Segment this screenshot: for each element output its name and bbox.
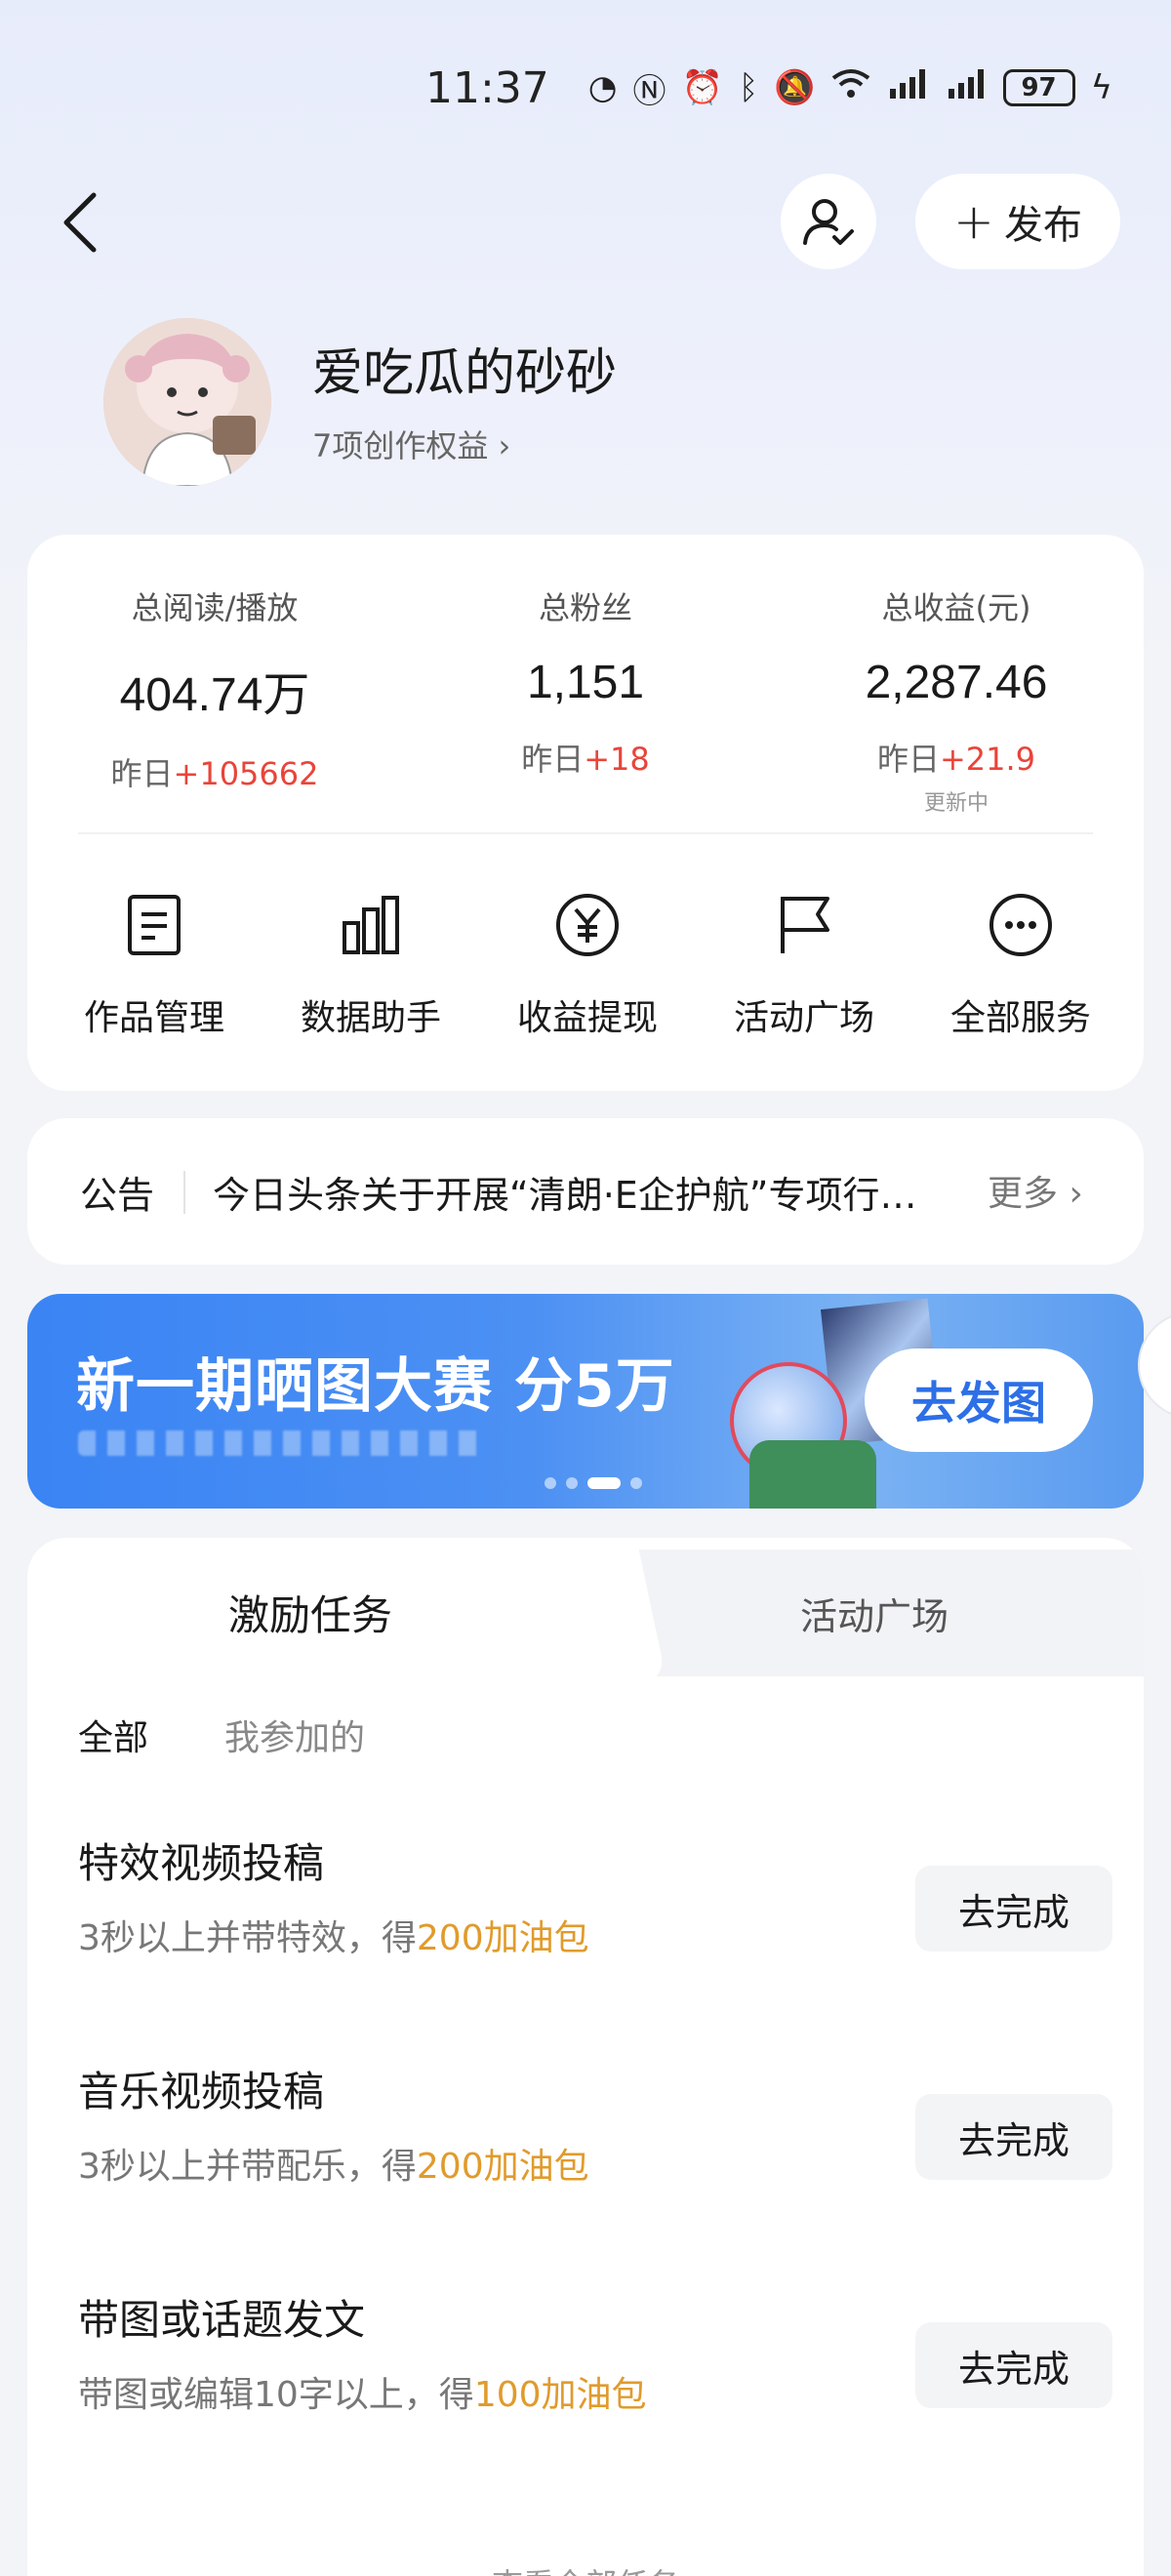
bar-chart-icon [273,886,468,964]
chevron-right-icon: › [1069,1174,1083,1214]
stat-total-fans[interactable]: 总粉丝 1,151 昨日+18 [429,584,742,780]
announcement-bar[interactable]: 公告 今日头条关于开展“清朗·E企护航”专项行动的公告 更多 › [27,1118,1144,1265]
user-check-icon [803,199,854,245]
go-post-image-button[interactable]: 去发图 [865,1348,1093,1452]
stats-card: 总阅读/播放 404.74万 昨日+105662 总粉丝 1,151 昨日+18… [27,535,1144,1091]
speed-icon: ◔ [587,68,618,107]
stat-label: 总粉丝 [538,589,632,626]
chevron-right-icon: › [498,427,511,464]
nfc-icon: Ⓝ [632,71,666,111]
tool-income-withdraw[interactable]: 收益提现 [490,886,685,1040]
task-item: 音乐视频投稿 3秒以上并带配乐，得200加油包 去完成 [78,2059,1112,2195]
filter-all[interactable]: 全部 [78,1710,148,1760]
stat-value: 2,287.46 [865,657,1048,708]
tool-all-services[interactable]: 全部服务 [923,886,1118,1040]
yen-icon [490,886,685,964]
tool-label: 收益提现 [516,998,658,1038]
publish-button[interactable]: + 发布 [915,174,1120,269]
status-bar: 11:37 ◔ Ⓝ ⏰ ᛒ 🔕 97 ϟ [0,49,1171,127]
banner-title: 新一期晒图大赛 分5万 [76,1352,675,1421]
tab-activity-square[interactable]: 活动广场 [800,1587,949,1640]
stat-value: 1,151 [526,657,645,708]
carousel-dots [545,1477,642,1489]
tool-data-assistant[interactable]: 数据助手 [273,886,468,1040]
announcement-more-link[interactable]: 更多 › [988,1165,1083,1216]
avatar-illustration [103,318,271,486]
banner-subtitle-blurred [78,1430,488,1456]
filter-joined[interactable]: 我参加的 [224,1710,365,1760]
tool-label: 数据助手 [300,998,441,1038]
stat-label: 总阅读/播放 [131,589,299,626]
stat-delta: 昨日+18 [521,741,650,778]
task-complete-button[interactable]: 去完成 [915,2322,1112,2408]
top-header: + 发布 [0,166,1171,273]
stat-updating-note: 更新中 [923,791,989,816]
profile-name: 爱吃瓜的砂砂 [312,344,618,403]
stat-delta: 昨日+105662 [110,755,319,792]
view-all-tasks-link[interactable]: 查看全部任务 [27,2560,1144,2576]
charging-icon: ϟ [1090,68,1112,107]
creator-rights-label: 7项创作权益 [312,427,489,464]
creator-rights-link[interactable]: 7项创作权益 › [312,422,510,466]
stat-total-reads[interactable]: 总阅读/播放 404.74万 昨日+105662 [59,584,371,794]
back-button[interactable] [51,183,109,262]
stat-delta: 昨日+21.9 [876,741,1036,778]
stat-total-income[interactable]: 总收益(元) 2,287.46 昨日+21.9 更新中 [800,584,1112,817]
status-icons: ◔ Ⓝ ⏰ ᛒ 🔕 97 ϟ [588,64,1112,112]
bluetooth-icon: ᛒ [738,68,759,107]
plus-icon: + [953,193,994,250]
task-complete-button[interactable]: 去完成 [915,1866,1112,1952]
back-arrow-icon [63,192,97,253]
more-label: 更多 [988,1174,1059,1214]
document-icon [57,886,252,964]
task-complete-button[interactable]: 去完成 [915,2094,1112,2180]
task-item: 带图或话题发文 带图或编辑10字以上，得100加油包 去完成 [78,2287,1112,2424]
user-switch-button[interactable] [781,174,876,269]
tool-works-management[interactable]: 作品管理 [57,886,252,1040]
divider [78,832,1093,834]
announcement-tag: 公告 [80,1174,155,1217]
carousel-dot[interactable] [630,1477,642,1489]
carousel-dot[interactable] [566,1477,578,1489]
status-time: 11:37 [424,62,549,113]
announcement-text[interactable]: 今日头条关于开展“清朗·E企护航”专项行动的公告 [213,1165,935,1219]
carousel-dot[interactable] [545,1477,556,1489]
stat-value: 404.74万 [119,669,310,721]
divider [183,1171,185,1214]
flag-icon [707,886,902,964]
avatar[interactable] [103,318,271,486]
carousel-dot-active[interactable] [587,1477,621,1489]
tool-label: 作品管理 [83,998,224,1038]
stat-label: 总收益(元) [881,589,1031,626]
tool-label: 活动广场 [733,998,874,1038]
signal-5g-icon [886,67,929,109]
tab-incentive-tasks[interactable]: 激励任务 [228,1583,392,1642]
mute-icon: 🔕 [774,68,816,107]
signal-4g-icon [945,67,988,109]
tool-activity-square[interactable]: 活动广场 [707,886,902,1040]
alarm-icon: ⏰ [681,68,723,107]
more-icon [923,886,1118,964]
task-item: 特效视频投稿 3秒以上并带特效，得200加油包 去完成 [78,1831,1112,1967]
promo-banner[interactable]: 新一期晒图大赛 分5万 去发图 [27,1294,1144,1509]
battery-icon: 97 [1002,69,1075,106]
tool-label: 全部服务 [949,998,1091,1038]
tasks-panel: 激励任务 活动广场 全部 我参加的 特效视频投稿 3秒以上并带特效，得200加油… [27,1538,1144,2576]
wifi-icon [831,68,870,108]
publish-label: 发布 [1003,203,1082,248]
banner-decoration [749,1440,876,1509]
